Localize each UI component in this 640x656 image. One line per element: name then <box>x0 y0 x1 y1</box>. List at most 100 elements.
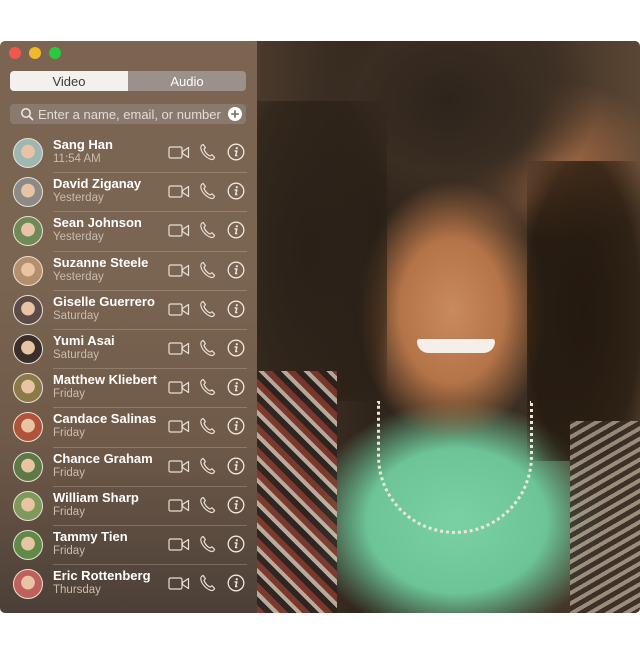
video-call-icon[interactable] <box>168 380 190 395</box>
info-icon[interactable] <box>227 535 245 553</box>
search-icon <box>21 108 34 121</box>
audio-call-icon[interactable] <box>199 300 216 318</box>
search-field <box>10 104 246 124</box>
audio-call-icon[interactable] <box>199 457 216 475</box>
avatar <box>13 373 43 404</box>
contact-row[interactable]: Sang Han 11:54 AM <box>0 134 257 174</box>
avatar <box>13 216 43 247</box>
video-call-icon[interactable] <box>168 263 190 278</box>
audio-call-icon[interactable] <box>199 143 216 161</box>
preview-necklace <box>377 401 533 534</box>
preview-hair-right <box>527 161 640 461</box>
preview-scarf-left <box>257 371 337 613</box>
contact-last-call-time: Yesterday <box>53 270 104 283</box>
video-preview <box>257 41 640 613</box>
tab-audio[interactable]: Audio <box>128 71 246 91</box>
zoom-button[interactable] <box>49 47 61 59</box>
avatar <box>13 412 43 443</box>
audio-call-icon[interactable] <box>199 378 216 396</box>
video-call-icon[interactable] <box>168 537 190 552</box>
avatar <box>13 569 43 600</box>
video-call-icon[interactable] <box>168 419 190 434</box>
search-input[interactable] <box>34 106 228 122</box>
audio-call-icon[interactable] <box>199 261 216 279</box>
avatar <box>13 333 43 364</box>
contact-name: Matthew Kliebert <box>53 372 158 388</box>
video-call-icon[interactable] <box>168 184 190 199</box>
video-call-icon[interactable] <box>168 498 190 513</box>
audio-call-icon[interactable] <box>199 496 216 514</box>
contact-name: Chance Graham <box>53 450 153 466</box>
audio-call-icon[interactable] <box>199 339 216 357</box>
mode-segmented-control: Video Audio <box>10 71 246 91</box>
info-icon[interactable] <box>227 457 245 475</box>
video-call-icon[interactable] <box>168 302 190 317</box>
contact-last-call-time: Friday <box>53 427 85 440</box>
info-icon[interactable] <box>227 339 245 357</box>
contact-row[interactable]: William Sharp Friday <box>0 487 257 526</box>
contact-name: Giselle Guerrero <box>53 293 155 309</box>
contact-list: Sang Han 11:54 AM David Ziganay Yesterda… <box>0 134 257 604</box>
contact-last-call-time: Friday <box>53 505 85 518</box>
info-icon[interactable] <box>227 261 245 279</box>
contact-name: Yumi Asai <box>53 332 115 348</box>
info-icon[interactable] <box>227 182 245 200</box>
preview-hair-left <box>257 101 387 401</box>
contact-row[interactable]: Chance Graham Friday <box>0 448 257 487</box>
contact-last-call-time: Saturday <box>53 348 100 361</box>
video-call-icon[interactable] <box>168 145 190 160</box>
contact-last-call-time: Thursday <box>53 584 101 597</box>
contact-name: Eric Rottenberg <box>53 568 151 584</box>
contact-last-call-time: Friday <box>53 466 85 479</box>
contact-row[interactable]: Eric Rottenberg Thursday <box>0 565 257 604</box>
audio-call-icon[interactable] <box>199 574 216 592</box>
info-icon[interactable] <box>227 221 245 239</box>
contact-last-call-time: Yesterday <box>53 231 104 244</box>
preview-smile <box>417 339 495 353</box>
contact-row[interactable]: Matthew Kliebert Friday <box>0 369 257 409</box>
contact-last-call-time: Friday <box>53 544 85 557</box>
contact-row[interactable]: Tammy Tien Friday <box>0 526 257 566</box>
contact-last-call-time: Yesterday <box>53 192 104 205</box>
video-call-icon[interactable] <box>168 576 190 591</box>
avatar <box>13 294 43 325</box>
contact-last-call-time: Friday <box>53 388 85 401</box>
avatar <box>13 451 43 482</box>
minimize-button[interactable] <box>29 47 41 59</box>
close-button[interactable] <box>9 47 21 59</box>
contact-name: Candace Salinas <box>53 411 157 427</box>
contact-row[interactable]: David Ziganay Yesterday <box>0 173 257 213</box>
video-call-icon[interactable] <box>168 223 190 238</box>
contact-name: Sean Johnson <box>53 215 142 231</box>
audio-call-icon[interactable] <box>199 182 216 200</box>
avatar <box>13 138 43 168</box>
add-icon[interactable] <box>228 107 242 121</box>
info-icon[interactable] <box>227 496 245 514</box>
contact-last-call-time: 11:54 AM <box>53 153 101 165</box>
contact-row[interactable]: Yumi Asai Saturday <box>0 330 257 370</box>
contact-row[interactable]: Sean Johnson Yesterday <box>0 212 257 252</box>
sidebar: Video Audio Sang Han 11:54 AM <box>0 41 257 613</box>
facetime-window: Video Audio Sang Han 11:54 AM <box>0 41 640 613</box>
contact-row[interactable]: Candace Salinas Friday <box>0 408 257 448</box>
avatar <box>13 529 43 560</box>
contact-name: Tammy Tien <box>53 528 128 544</box>
contact-row[interactable]: Suzanne Steele Yesterday <box>0 252 257 291</box>
audio-call-icon[interactable] <box>199 221 216 239</box>
audio-call-icon[interactable] <box>199 417 216 435</box>
window-controls <box>9 47 61 59</box>
video-call-icon[interactable] <box>168 459 190 474</box>
audio-call-icon[interactable] <box>199 535 216 553</box>
contact-name: Suzanne Steele <box>53 254 149 270</box>
contact-row[interactable]: Giselle Guerrero Saturday <box>0 291 257 330</box>
info-icon[interactable] <box>227 378 245 396</box>
tab-video[interactable]: Video <box>10 71 128 91</box>
video-call-icon[interactable] <box>168 341 190 356</box>
info-icon[interactable] <box>227 574 245 592</box>
avatar <box>13 255 43 286</box>
info-icon[interactable] <box>227 143 245 161</box>
info-icon[interactable] <box>227 300 245 318</box>
info-icon[interactable] <box>227 417 245 435</box>
contact-name: William Sharp <box>53 489 139 505</box>
contact-name: David Ziganay <box>53 176 142 192</box>
